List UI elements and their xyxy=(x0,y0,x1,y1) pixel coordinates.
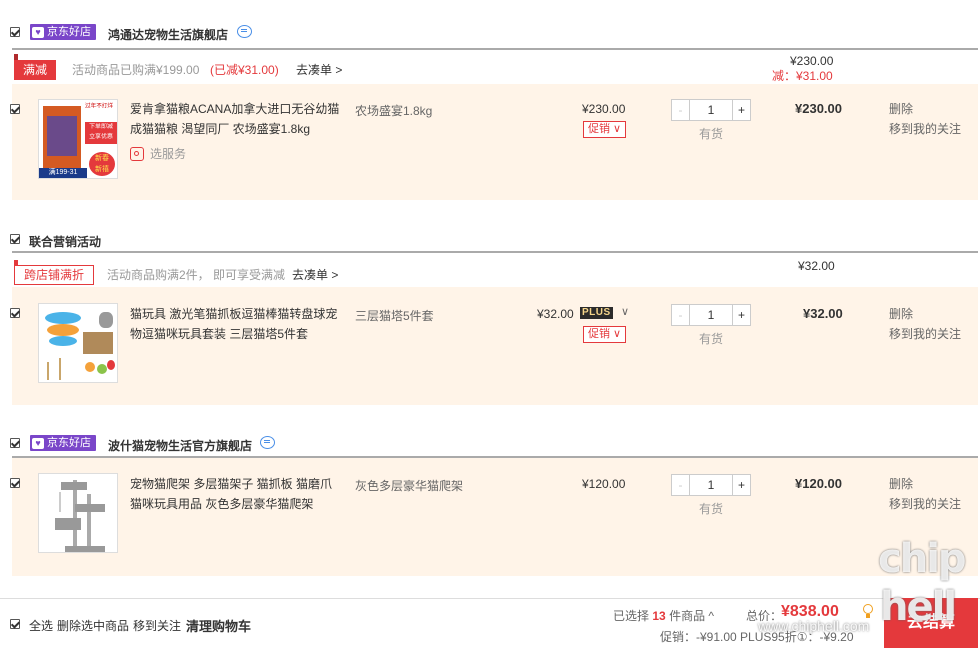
select-all-checkbox[interactable] xyxy=(10,619,20,629)
item2-delete-link[interactable]: 删除 xyxy=(889,304,913,324)
promo-tag-manjian: 满减 xyxy=(14,54,57,80)
item3-title[interactable]: 宠物猫爬架 多层猫架子 猫抓板 猫磨爪猫咪玩具用品 灰色多层豪华猫爬架 xyxy=(130,474,340,514)
item2-checkbox[interactable] xyxy=(10,308,20,318)
group2-checkbox[interactable] xyxy=(10,234,20,244)
store3-checkbox[interactable] xyxy=(10,438,20,448)
selected-prefix: 已选择 xyxy=(613,609,650,623)
chat-icon[interactable] xyxy=(237,25,252,38)
promo-text: 活动商品已购满¥199.00 xyxy=(72,63,200,77)
selected-suffix: 件商品 ^ xyxy=(669,609,715,623)
thumb-text-4: 新春 xyxy=(95,155,109,162)
qty-input[interactable]: 1 xyxy=(690,475,732,495)
item2-thumbnail[interactable] xyxy=(38,303,118,383)
service-icon xyxy=(130,146,144,161)
promo-link-coudan[interactable]: 去凑单 > xyxy=(292,266,338,283)
qty-input[interactable]: 1 xyxy=(690,305,732,325)
heart-icon: ♥ xyxy=(32,26,44,38)
thumb-text-3: 立享优惠 xyxy=(89,133,113,140)
qty-plus-button[interactable]: + xyxy=(732,305,750,325)
item1-service[interactable]: 选服务 xyxy=(130,145,186,162)
qty-plus-button[interactable]: + xyxy=(732,100,750,120)
item2-spec: 三层猫塔5件套 xyxy=(355,309,434,323)
store3-name[interactable]: 波什猫宠物生活官方旗舰店 xyxy=(108,437,252,454)
store1-sum-reduce: 减：¥31.00 xyxy=(772,69,833,83)
thumb-text-6: 满199-31 xyxy=(39,168,87,178)
chat-icon[interactable] xyxy=(260,436,275,449)
delete-selected-link[interactable]: 删除选中商品 xyxy=(57,617,129,634)
badge-label: 京东好店 xyxy=(47,26,91,38)
item2-title[interactable]: 猫玩具 激光笔猫抓板逗猫棒猫转盘球宠物逗猫咪玩具套装 三层猫塔5件套 xyxy=(130,304,340,344)
item1-spec: 农场盛宴1.8kg xyxy=(355,104,433,118)
promo-reduced: (已减¥31.00) xyxy=(210,63,279,77)
move-to-follow-link[interactable]: 移到关注 xyxy=(133,617,181,634)
item1-follow-link[interactable]: 移到我的关注 xyxy=(889,119,961,139)
watermark-url: www.chiphell.com xyxy=(758,618,870,634)
item2-price: ¥32.00 xyxy=(537,307,574,321)
item1-stock: 有货 xyxy=(699,127,724,141)
qty-minus-button[interactable]: - xyxy=(672,100,690,120)
item2-subtotal: ¥32.00 xyxy=(803,306,843,321)
watermark-logo-top: chip xyxy=(878,536,967,582)
item3-delete-link[interactable]: 删除 xyxy=(889,474,913,494)
item3-stock: 有货 xyxy=(699,502,724,516)
item3-follow-link[interactable]: 移到我的关注 xyxy=(889,494,961,514)
watermark-logo-bottom: hell xyxy=(880,584,957,630)
qty-minus-button[interactable]: - xyxy=(672,475,690,495)
promo-tag-cross-store: 跨店铺满折 xyxy=(14,260,95,285)
item3-spec: 灰色多层豪华猫爬架 xyxy=(355,479,464,493)
jd-good-store-badge: ♥ 京东好店 xyxy=(30,435,96,451)
item3-checkbox[interactable] xyxy=(10,478,20,488)
item1-promo-button[interactable]: 促销 ∨ xyxy=(583,121,627,138)
item3-quantity-stepper: - 1 + xyxy=(671,474,751,496)
qty-plus-button[interactable]: + xyxy=(732,475,750,495)
service-label: 选服务 xyxy=(150,147,187,161)
store1-checkbox[interactable] xyxy=(10,27,20,37)
plus-chevron-down-icon[interactable]: ∨ xyxy=(621,305,629,318)
thumb-text-2: 下单即减 xyxy=(89,123,113,130)
store-header-1: ♥ 京东好店 鸿通达宠物生活旗舰店 xyxy=(0,20,980,46)
group2-sum-total: ¥32.00 xyxy=(798,259,835,273)
item3-thumbnail[interactable] xyxy=(38,473,118,553)
store1-sum-total: ¥230.00 xyxy=(790,54,834,68)
item2-follow-link[interactable]: 移到我的关注 xyxy=(889,324,961,344)
thumb-text-5: 新禧 xyxy=(95,166,109,173)
group2-header: 联合营销活动 xyxy=(0,226,980,252)
item1-title[interactable]: 爱肯拿猫粮ACANA加拿大进口无谷幼猫成猫猫粮 渴望同厂 农场盛宴1.8kg xyxy=(130,99,340,139)
item1-quantity-stepper: - 1 + xyxy=(671,99,751,121)
selected-count: 13 xyxy=(652,609,666,623)
group2-promo-bar: 跨店铺满折 活动商品购满2件， 即可享受满减 去凑单 > ¥32.00 xyxy=(12,251,978,285)
thumb-text-1: 过年不打烊 xyxy=(85,103,113,110)
selected-count-toggle[interactable]: 已选择 13 件商品 ^ xyxy=(613,607,714,624)
jd-good-store-badge: ♥ 京东好店 xyxy=(30,24,96,40)
qty-minus-button[interactable]: - xyxy=(672,305,690,325)
item2-stock: 有货 xyxy=(699,332,724,346)
item2-promo-button[interactable]: 促销 ∨ xyxy=(583,326,627,343)
store-header-3: ♥ 京东好店 波什猫宠物生活官方旗舰店 xyxy=(0,430,980,456)
item1-delete-link[interactable]: 删除 xyxy=(889,99,913,119)
heart-icon: ♥ xyxy=(32,437,44,449)
badge-label: 京东好店 xyxy=(47,437,91,449)
item1-checkbox[interactable] xyxy=(10,104,20,114)
item1-price: ¥230.00 xyxy=(582,102,626,116)
item2-quantity-stepper: - 1 + xyxy=(671,304,751,326)
promo-text: 活动商品购满2件， 即可享受满减 xyxy=(107,268,286,282)
select-all-label[interactable]: 全选 xyxy=(29,617,53,634)
clear-cart-link[interactable]: 清理购物车 xyxy=(186,616,251,635)
item1-subtotal: ¥230.00 xyxy=(795,101,842,116)
item1-thumbnail[interactable]: 过年不打烊 下单即减 立享优惠 新春 新禧 满199-31 xyxy=(38,99,118,179)
promo-link-coudan[interactable]: 去凑单 > xyxy=(296,61,342,78)
qty-input[interactable]: 1 xyxy=(690,100,732,120)
plus-badge: PLUS xyxy=(580,307,613,319)
store1-promo-bar: 满减 活动商品已购满¥199.00 (已减¥31.00) 去凑单 > ¥230.… xyxy=(12,48,978,83)
group2-name: 联合营销活动 xyxy=(29,235,102,249)
item3-subtotal: ¥120.00 xyxy=(795,476,842,491)
store1-name[interactable]: 鸿通达宠物生活旗舰店 xyxy=(108,26,228,43)
item3-price: ¥120.00 xyxy=(582,477,626,491)
bulb-icon[interactable] xyxy=(862,604,874,618)
